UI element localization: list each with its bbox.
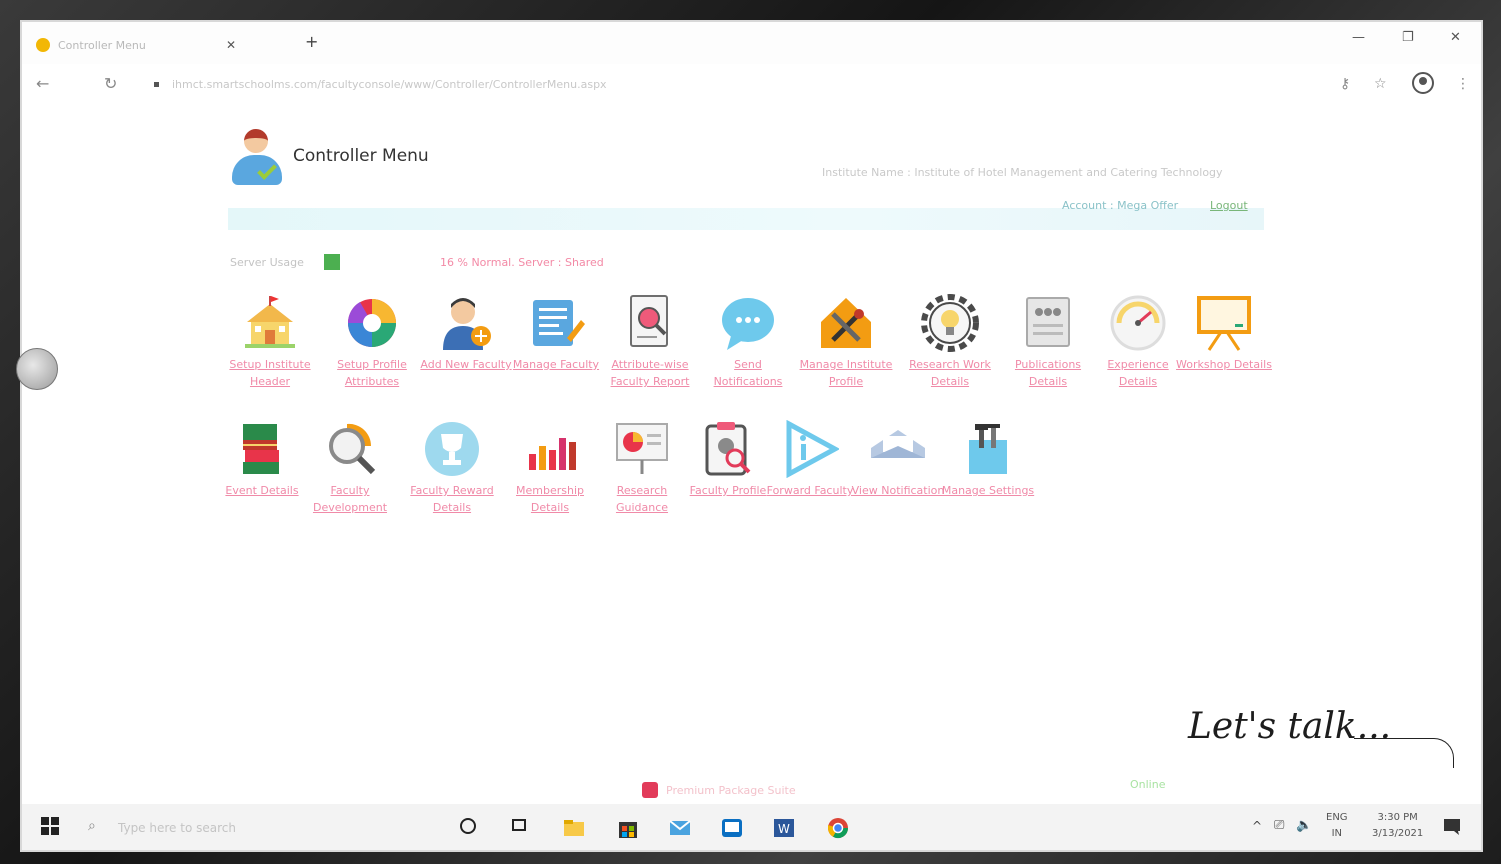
forward-arrow-icon [781, 419, 841, 479]
punch-hole [16, 348, 58, 390]
network-icon[interactable]: ⎚ [1274, 818, 1298, 842]
tab-bar: Controller Menu ✕ + — ❐ ✕ [22, 22, 1481, 64]
file-explorer-icon[interactable] [562, 816, 586, 840]
search-icon[interactable]: ⌕ [88, 818, 112, 842]
chat-online-status: Online [1130, 778, 1166, 791]
server-status: 16 % Normal. Server : Shared [440, 256, 604, 269]
menu-dots-icon[interactable]: ⋮ [1456, 76, 1470, 92]
institute-name: Institute Name : Institute of Hotel Mana… [822, 166, 1223, 179]
school-building-icon [241, 294, 299, 352]
taskbar-search-input[interactable]: Type here to search [118, 821, 236, 835]
tile-publications-details[interactable]: Publications Details [998, 294, 1098, 390]
windows-taskbar: ⌕ Type here to search W ^ ⎚ 🔈 ENG IN 3:3… [22, 804, 1481, 850]
key-icon[interactable]: ⚷ [1340, 76, 1350, 92]
close-window-icon[interactable]: ✕ [1450, 30, 1461, 45]
page-title: Controller Menu [293, 146, 429, 166]
chrome-icon[interactable] [826, 816, 850, 840]
toolbox-icon [959, 420, 1017, 478]
server-usage-label: Server Usage [230, 256, 304, 269]
lightbulb-gear-icon [921, 294, 979, 352]
logout-link[interactable]: Logout [1210, 199, 1248, 212]
language-indicator[interactable]: ENG IN [1326, 810, 1348, 842]
tile-view-notification[interactable]: View Notification [848, 420, 948, 499]
magnifier-chart-icon [321, 420, 379, 478]
premium-logo-icon [642, 782, 658, 798]
pie-chart-board-icon [613, 420, 671, 478]
tile-manage-institute-profile[interactable]: Manage Institute Profile [796, 294, 896, 390]
tab-title: Controller Menu [58, 38, 146, 52]
gauge-icon [1109, 294, 1167, 352]
browser-tab[interactable]: Controller Menu ✕ [36, 30, 286, 60]
books-icon [233, 420, 291, 478]
tile-research-guidance[interactable]: Research Guidance [592, 420, 692, 516]
tile-faculty-development[interactable]: Faculty Development [300, 420, 400, 516]
tile-attribute-wise-faculty-report[interactable]: Attribute-wise Faculty Report [600, 294, 700, 390]
address-bar: ← ↻ ihmct.smartschoolms.com/facultyconso… [22, 64, 1481, 104]
svg-text:W: W [778, 822, 790, 836]
tile-research-work-details[interactable]: Research Work Details [900, 294, 1000, 390]
report-search-icon [621, 294, 679, 352]
photos-icon[interactable] [720, 816, 744, 840]
colorful-gear-icon [343, 294, 401, 352]
profile-clipboard-icon [699, 420, 757, 478]
document-edit-icon [527, 294, 585, 352]
presentation-board-icon [1195, 294, 1253, 352]
minimize-icon[interactable]: — [1352, 30, 1365, 45]
lock-icon [154, 82, 159, 87]
tile-add-new-faculty[interactable]: Add New Faculty [416, 294, 516, 373]
tile-event-details[interactable]: Event Details [212, 420, 312, 499]
tile-send-notifications[interactable]: Send Notifications [698, 294, 798, 390]
tray-chevron-icon[interactable]: ^ [1252, 819, 1276, 843]
tile-membership-details[interactable]: Membership Details [500, 420, 600, 516]
close-tab-icon[interactable]: ✕ [226, 38, 236, 52]
notifications-icon[interactable] [1442, 816, 1466, 840]
volume-icon[interactable]: 🔈 [1296, 818, 1320, 842]
lets-talk-underline [1354, 738, 1454, 768]
envelope-icon [869, 420, 927, 478]
tile-manage-settings[interactable]: Manage Settings [938, 420, 1038, 499]
publications-icon [1019, 294, 1077, 352]
controller-avatar-icon [230, 129, 286, 187]
task-view-icon[interactable] [510, 816, 534, 840]
restore-icon[interactable]: ❐ [1402, 30, 1414, 45]
server-usage-indicator [324, 254, 340, 270]
tile-manage-faculty[interactable]: Manage Faculty [506, 294, 606, 373]
chat-bubble-icon [719, 294, 777, 352]
tile-setup-profile-attributes[interactable]: Setup Profile Attributes [322, 294, 422, 390]
windows-start-icon[interactable] [40, 816, 64, 840]
tile-setup-institute-header[interactable]: Setup Institute Header [220, 294, 320, 390]
cortana-icon[interactable] [458, 816, 482, 840]
favicon-icon [36, 38, 50, 52]
reload-icon[interactable]: ↻ [104, 74, 117, 93]
trophy-icon [423, 420, 481, 478]
new-tab-icon[interactable]: + [305, 32, 318, 51]
tile-forward-faculty[interactable]: Forward Faculty [760, 419, 860, 499]
store-icon[interactable] [616, 816, 640, 840]
browser-window: Controller Menu ✕ + — ❐ ✕ ← ↻ ihmct.smar… [20, 20, 1483, 852]
clock[interactable]: 3:30 PM 3/13/2021 [1372, 810, 1423, 842]
url-field[interactable]: ihmct.smartschoolms.com/facultyconsole/w… [172, 78, 607, 91]
tile-experience-details[interactable]: Experience Details [1088, 294, 1188, 390]
tools-house-icon [817, 294, 875, 352]
bar-chart-icon [521, 420, 579, 478]
word-icon[interactable]: W [772, 816, 796, 840]
profile-icon[interactable] [1412, 72, 1434, 94]
promo-banner[interactable]: Premium Package Suite [642, 782, 796, 798]
tile-workshop-details[interactable]: Workshop Details [1174, 294, 1274, 373]
tile-faculty-reward-details[interactable]: Faculty Reward Details [402, 420, 502, 516]
back-icon[interactable]: ← [36, 74, 49, 93]
mail-icon[interactable] [668, 816, 692, 840]
add-user-icon [437, 294, 495, 352]
account-info: Account : Mega Offer [1062, 199, 1179, 212]
star-icon[interactable]: ☆ [1374, 76, 1387, 92]
